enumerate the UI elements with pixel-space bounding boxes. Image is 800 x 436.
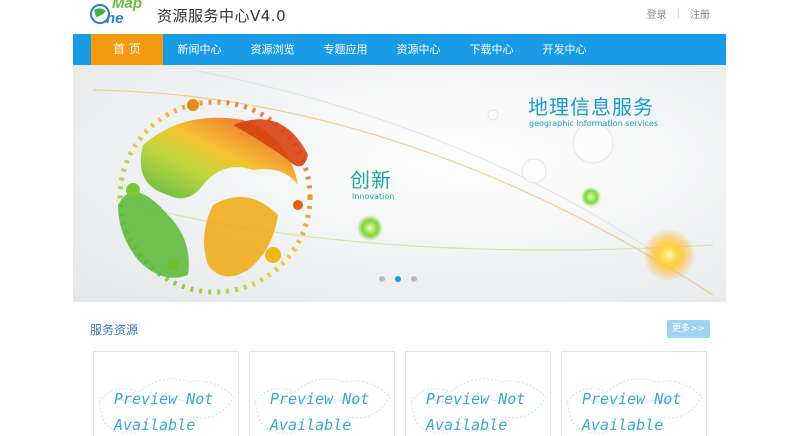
preview-not-available: Preview Not Available <box>582 386 681 436</box>
main-nav: 首 页 新闻中心 资源浏览 专题应用 资源中心 下载中心 开发中心 <box>73 34 726 65</box>
service-card[interactable]: Preview Not Available <box>249 351 395 436</box>
preview-line-1: Preview Not <box>270 390 370 408</box>
banner-title: 地理信息服务 <box>528 95 654 119</box>
nav-item-dev[interactable]: 开发中心 <box>528 34 601 65</box>
nav-item-news[interactable]: 新闻中心 <box>163 34 236 65</box>
preview-not-available: Preview Not Available <box>426 386 525 436</box>
carousel-dot-1[interactable] <box>379 276 385 282</box>
nav-item-resources[interactable]: 资源中心 <box>382 34 455 65</box>
preview-line-1: Preview Not <box>582 390 682 408</box>
preview-not-available: Preview Not Available <box>270 386 369 436</box>
earth-graphic <box>117 99 313 295</box>
banner-subtitle: geographic information services <box>529 119 659 128</box>
logo-text-bottom: ne <box>106 10 124 27</box>
more-button[interactable]: 更多>> <box>667 320 710 338</box>
register-link[interactable]: 注册 <box>690 6 710 21</box>
preview-line-2: Available <box>270 416 352 434</box>
nav-item-home[interactable]: 首 页 <box>91 34 163 65</box>
separator: | <box>676 8 680 19</box>
site-title: 资源服务中心V4.0 <box>157 7 287 25</box>
nav-item-topics[interactable]: 专题应用 <box>309 34 382 65</box>
nav-item-browse[interactable]: 资源浏览 <box>236 34 309 65</box>
service-cards: Preview Not Available Preview Not Availa… <box>93 351 707 436</box>
services-title: 服务资源 <box>90 323 139 337</box>
nav-item-downloads[interactable]: 下载中心 <box>455 34 528 65</box>
banner-innovation: 创新 <box>350 168 392 192</box>
header: Map ne 资源服务中心V4.0 登录 | 注册 <box>0 0 800 34</box>
banner-innovation-sub: Innovation <box>352 192 395 201</box>
logo[interactable]: Map ne <box>90 0 152 28</box>
user-links: 登录 | 注册 <box>647 6 710 21</box>
carousel-dot-2[interactable] <box>395 276 401 282</box>
carousel-dot-3[interactable] <box>411 276 417 282</box>
service-card[interactable]: Preview Not Available <box>561 351 707 436</box>
preview-line-2: Available <box>114 416 196 434</box>
service-card[interactable]: Preview Not Available <box>93 351 239 436</box>
service-card[interactable]: Preview Not Available <box>405 351 551 436</box>
login-link[interactable]: 登录 <box>647 6 667 21</box>
preview-not-available: Preview Not Available <box>114 386 213 436</box>
banner-carousel[interactable]: 地理信息服务 geographic information services 创… <box>73 65 726 302</box>
preview-line-1: Preview Not <box>114 390 214 408</box>
preview-line-2: Available <box>426 416 508 434</box>
preview-line-2: Available <box>582 416 664 434</box>
preview-line-1: Preview Not <box>426 390 526 408</box>
carousel-dots <box>379 276 417 282</box>
